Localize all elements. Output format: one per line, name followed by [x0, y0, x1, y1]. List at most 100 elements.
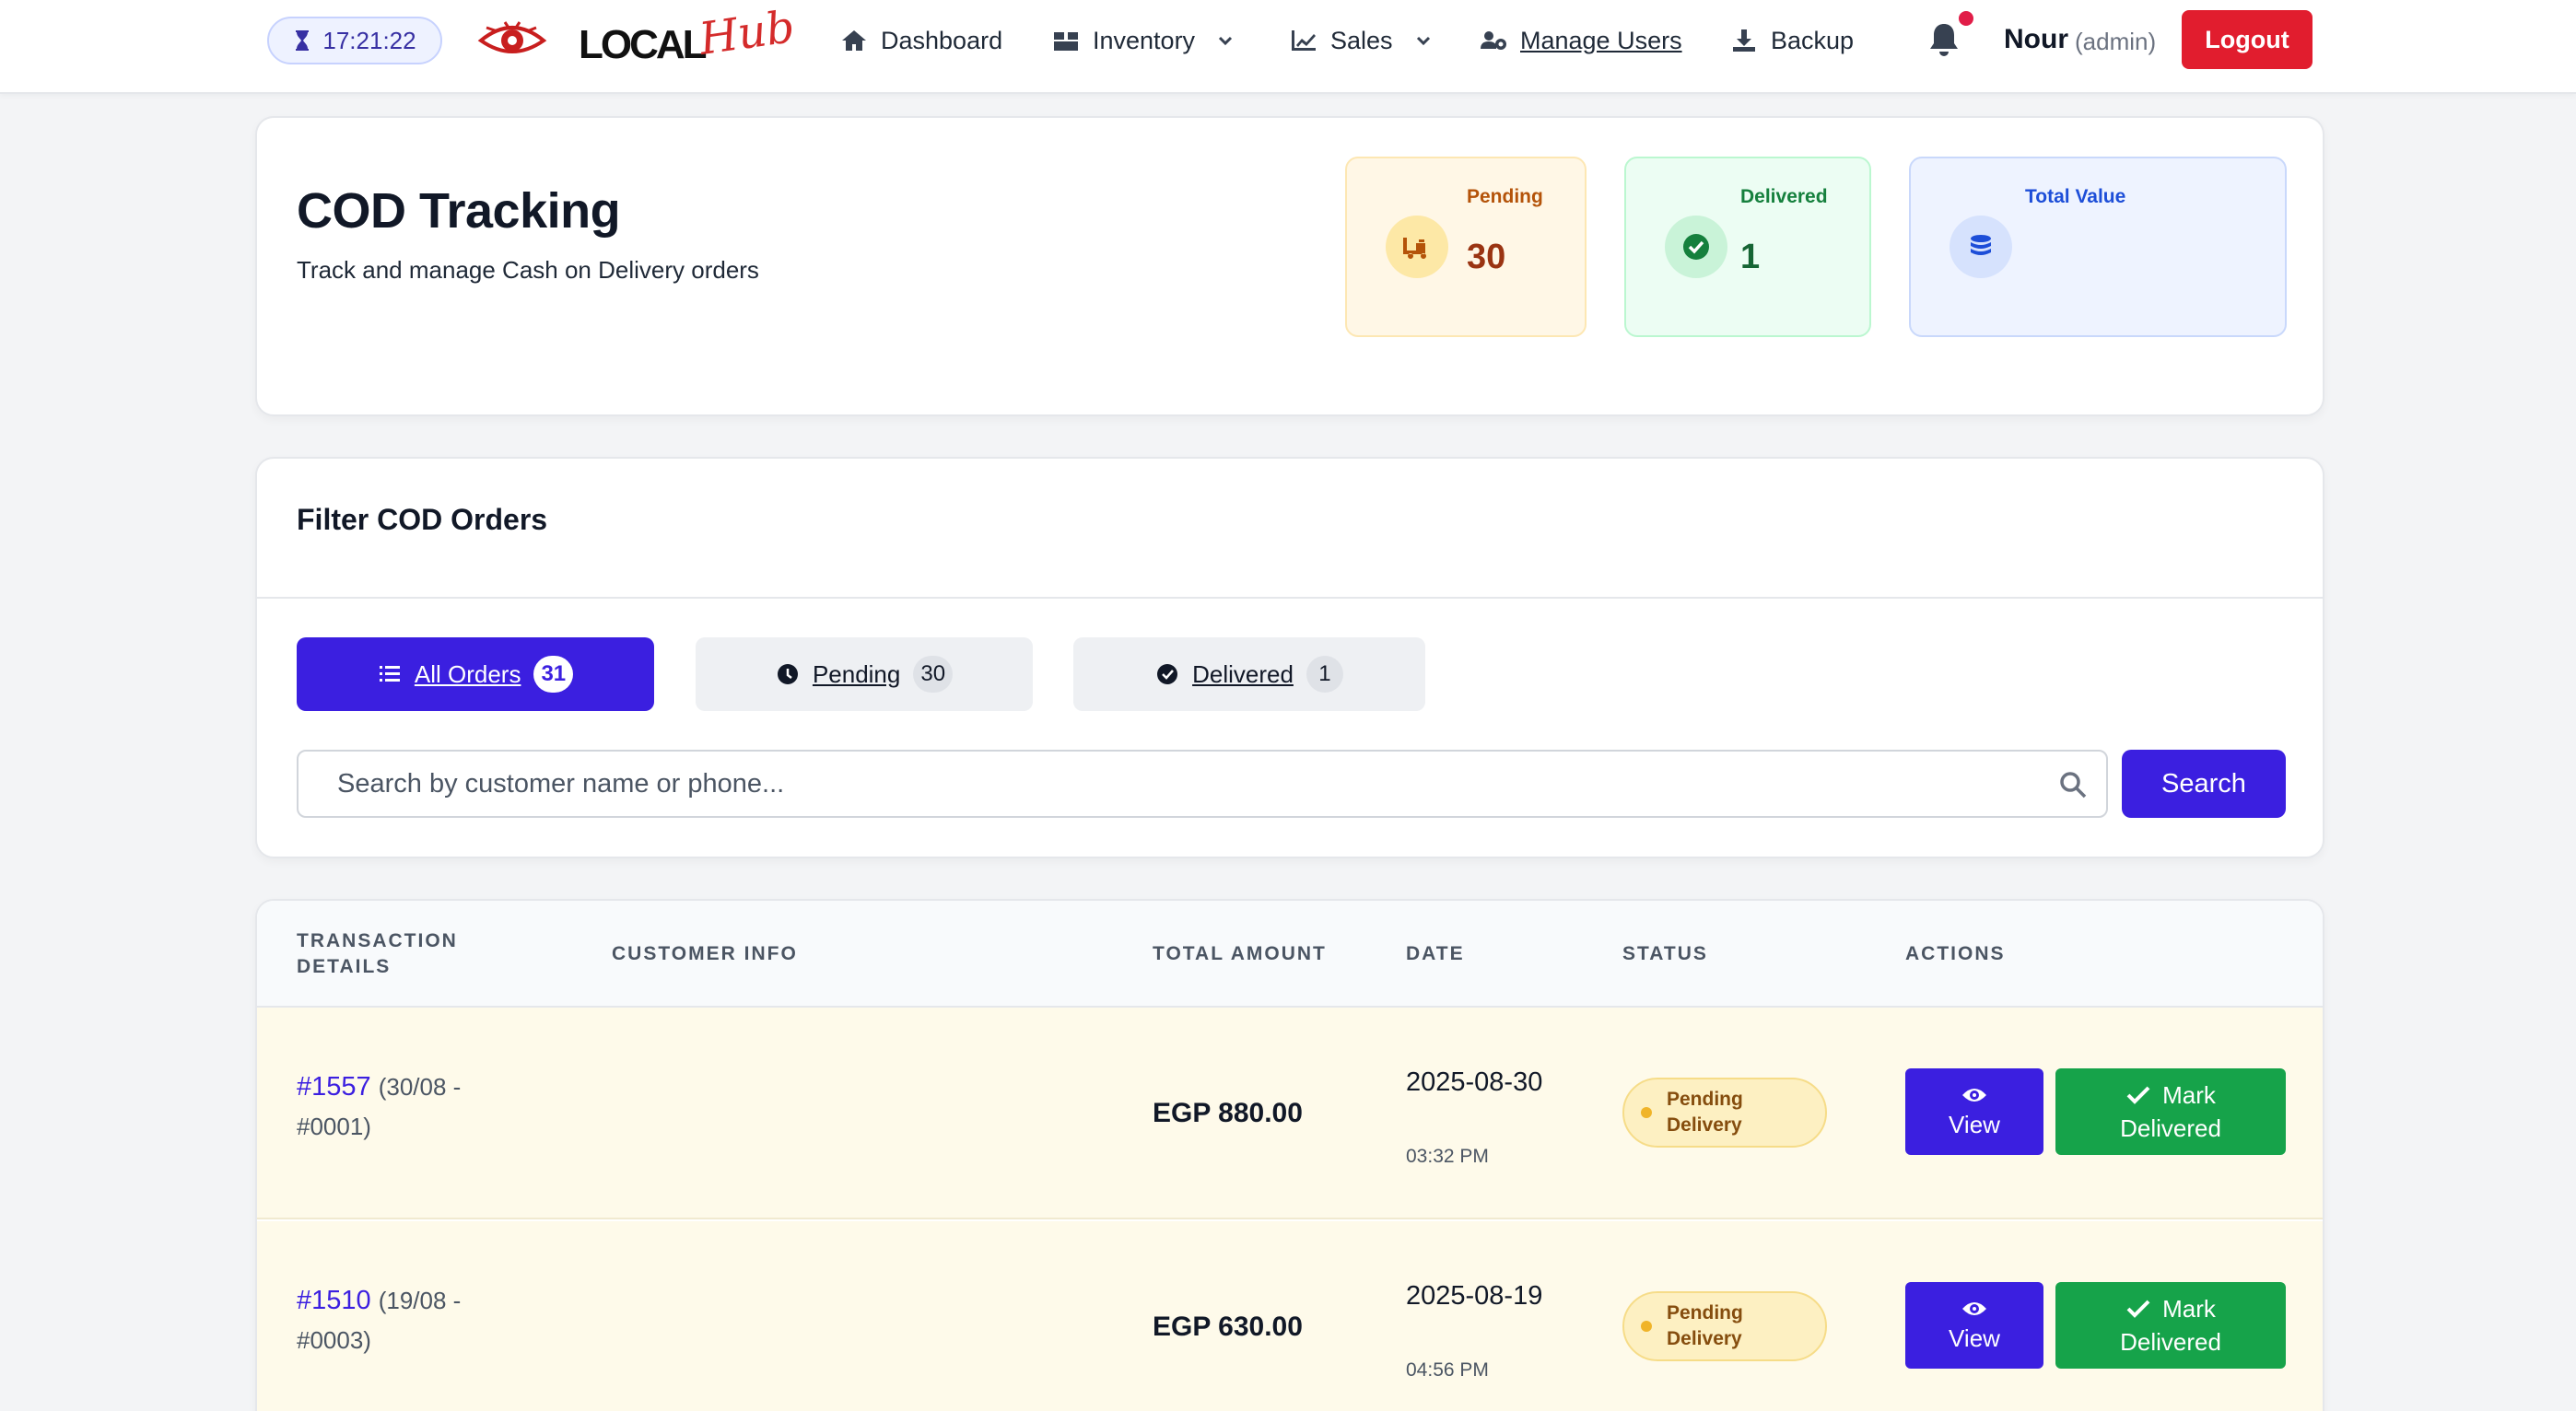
nav-dashboard-label: Dashboard [881, 26, 1003, 54]
search-icon [2060, 772, 2087, 799]
view-label: View [1949, 1110, 2000, 1138]
brand-logo[interactable]: LOCAL Hub [579, 1, 797, 68]
tab-all-orders-label: All Orders [414, 659, 521, 688]
nav-backup[interactable]: Backup [1730, 20, 1854, 61]
table-row: #1557 (30/08 - #0001) EGP 880.00 2025-08… [257, 1008, 2323, 1219]
clock-time: 17:21:22 [322, 26, 416, 54]
tab-all-orders[interactable]: All Orders 31 [297, 637, 654, 711]
column-header-actions: ACTIONS [1905, 943, 2006, 964]
tab-all-orders-count: 31 [533, 656, 574, 693]
transaction-id-link[interactable]: #1510 (19/08 - [297, 1286, 461, 1316]
page-title: COD Tracking [297, 183, 621, 239]
users-cog-icon [1481, 31, 1506, 50]
order-date: 2025-08-19 [1406, 1281, 1543, 1311]
truck-loading-icon [1386, 216, 1448, 278]
transaction-id-link[interactable]: #1557 (30/08 - [297, 1072, 461, 1102]
stat-pending-value: 30 [1467, 238, 1506, 276]
stat-delivered-card: Delivered 1 [1624, 157, 1871, 337]
nav-manage-users-label: Manage Users [1520, 26, 1682, 54]
notification-dot [1957, 9, 1975, 28]
transaction-ref-suffix: #0001) [297, 1113, 371, 1140]
order-date: 2025-08-30 [1406, 1067, 1543, 1097]
session-clock: 17:21:22 [267, 17, 442, 64]
transaction-id[interactable]: #1557 [297, 1072, 371, 1102]
bell-icon[interactable] [1927, 22, 1961, 59]
clock-icon [777, 664, 798, 684]
eye-logo-icon[interactable] [477, 18, 547, 61]
view-order-button[interactable]: View [1905, 1282, 2043, 1369]
boxes-icon [1054, 32, 1078, 51]
stat-pending-card: Pending 30 [1345, 157, 1587, 337]
eye-icon [1962, 1301, 1986, 1315]
status-badge: Pending Delivery [1622, 1078, 1827, 1148]
user-role: (admin) [2075, 28, 2157, 55]
tab-pending-label: Pending [812, 659, 901, 688]
stat-pending-label: Pending [1467, 186, 1543, 207]
brand-name-part1: LOCAL [579, 22, 708, 67]
chart-line-icon [1292, 30, 1316, 51]
transaction-ref-suffix: #0003) [297, 1326, 371, 1354]
tab-pending[interactable]: Pending 30 [696, 637, 1033, 711]
chevron-down-icon [1219, 36, 1233, 46]
status-dot [1641, 1107, 1652, 1118]
list-icon [379, 666, 400, 682]
tab-delivered[interactable]: Delivered 1 [1073, 637, 1425, 711]
view-order-button[interactable]: View [1905, 1068, 2043, 1155]
column-header-date: DATE [1406, 943, 1465, 964]
status-text: Pending Delivery [1667, 1302, 1743, 1349]
orders-table-card: TRANSACTION DETAILS CUSTOMER INFO TOTAL … [255, 899, 2324, 1411]
mark-delivered-button[interactable]: Mark Delivered [2055, 1068, 2286, 1155]
search-button[interactable]: Search [2122, 750, 2286, 818]
logout-button[interactable]: Logout [2182, 10, 2313, 69]
column-header-amount: TOTAL AMOUNT [1153, 943, 1327, 964]
brand-name-part2: Hub [696, 1, 798, 65]
column-header-transaction: TRANSACTION DETAILS [297, 930, 458, 977]
table-header: TRANSACTION DETAILS CUSTOMER INFO TOTAL … [257, 901, 2323, 1008]
check-icon [2126, 1300, 2150, 1318]
tab-pending-count: 30 [913, 656, 954, 693]
check-circle-icon [1157, 664, 1178, 684]
chevron-down-icon [1416, 36, 1430, 46]
stat-delivered-value: 1 [1740, 238, 1761, 276]
stat-total-value-card: Total Value [1909, 157, 2287, 337]
nav-inventory[interactable]: Inventory [1052, 20, 1234, 61]
view-label: View [1949, 1324, 2000, 1352]
transaction-ref: (19/08 - [378, 1287, 462, 1314]
nav-sales-label: Sales [1330, 26, 1393, 54]
order-amount: EGP 880.00 [1153, 1098, 1303, 1128]
order-time: 04:56 PM [1406, 1359, 1489, 1381]
eye-icon [1962, 1088, 1986, 1102]
nav-sales[interactable]: Sales [1290, 20, 1432, 61]
download-icon [1733, 29, 1755, 52]
mark-label-2: Delivered [2120, 1114, 2221, 1142]
mark-label-1: Mark [2162, 1295, 2216, 1323]
status-text: Pending Delivery [1667, 1089, 1743, 1136]
nav-inventory-label: Inventory [1093, 26, 1196, 54]
filter-card: Filter COD Orders All Orders 31 Pending … [255, 457, 2324, 858]
mark-label-2: Delivered [2120, 1328, 2221, 1356]
status-dot [1641, 1321, 1652, 1332]
page-header-card: COD Tracking Track and manage Cash on De… [255, 116, 2324, 416]
nav-manage-users[interactable]: Manage Users [1480, 20, 1682, 61]
column-header-customer: CUSTOMER INFO [612, 943, 798, 964]
column-header-status: STATUS [1622, 943, 1708, 964]
table-row: #1510 (19/08 - #0003) EGP 630.00 2025-08… [257, 1221, 2323, 1411]
transaction-ref: (30/08 - [378, 1073, 462, 1101]
status-badge: Pending Delivery [1622, 1291, 1827, 1361]
filter-title: Filter COD Orders [297, 503, 548, 536]
stat-delivered-label: Delivered [1740, 186, 1828, 207]
check-icon [2126, 1086, 2150, 1104]
stat-total-label: Total Value [2025, 186, 2126, 207]
order-time: 03:32 PM [1406, 1146, 1489, 1167]
search-field-wrapper [297, 750, 2108, 818]
mark-label-1: Mark [2162, 1081, 2216, 1109]
hourglass-icon [296, 30, 310, 51]
top-navbar: 17:21:22 LOCAL Hub Dashboard Inventory S… [0, 0, 2576, 94]
nav-backup-label: Backup [1771, 26, 1855, 54]
mark-delivered-button[interactable]: Mark Delivered [2055, 1282, 2286, 1369]
nav-dashboard[interactable]: Dashboard [840, 20, 1002, 61]
transaction-id[interactable]: #1510 [297, 1286, 371, 1315]
order-amount: EGP 630.00 [1153, 1312, 1303, 1342]
search-input[interactable] [299, 752, 2106, 816]
user-name: Nour [2004, 24, 2068, 54]
